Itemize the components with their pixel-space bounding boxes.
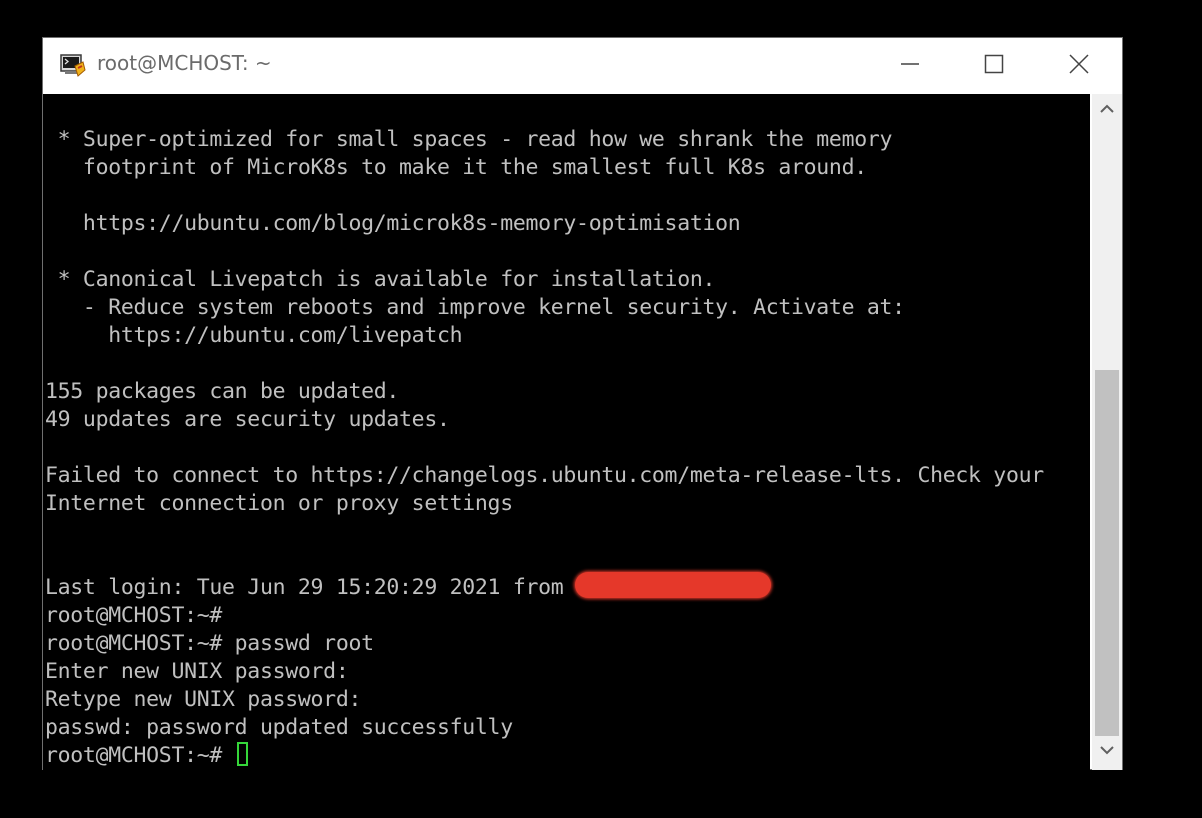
chevron-down-icon (1099, 743, 1115, 761)
scroll-down-button[interactable] (1092, 737, 1122, 767)
minimize-button[interactable] (868, 38, 952, 90)
terminal-line: footprint of MicroK8s to make it the sma… (45, 155, 867, 180)
terminal-output[interactable]: * Super-optimized for small spaces - rea… (43, 94, 1090, 770)
terminal-line: 49 updates are security updates. (45, 407, 450, 432)
close-button[interactable] (1037, 38, 1121, 90)
putty-terminal-icon[interactable] (59, 52, 87, 79)
chevron-up-icon (1099, 102, 1115, 120)
terminal-line: 155 packages can be updated. (45, 379, 400, 404)
close-icon (1069, 54, 1089, 74)
window-title: root@MCHOST: ~ (97, 51, 272, 75)
last-login-text: Last login: Tue Jun 29 15:20:29 2021 fro… (45, 575, 564, 600)
title-bar[interactable]: root@MCHOST: ~ (43, 38, 1122, 94)
terminal-line: * Super-optimized for small spaces - rea… (45, 127, 893, 152)
last-login-line: Last login: Tue Jun 29 15:20:29 2021 fro… (45, 572, 1044, 602)
terminal-line: Internet connection or proxy settings (45, 491, 513, 516)
maximize-icon (984, 54, 1004, 74)
minimize-icon (900, 54, 920, 74)
terminal-lines: * Super-optimized for small spaces - rea… (45, 126, 1044, 770)
terminal-line: Failed to connect to https://changelogs.… (45, 463, 1044, 488)
terminal-line: https://ubuntu.com/livepatch (45, 323, 463, 348)
terminal-line: - Reduce system reboots and improve kern… (45, 295, 905, 320)
terminal-window: root@MCHOST: ~ * Super-optimized for sma… (42, 37, 1123, 770)
redacted-ip-mark (575, 572, 772, 598)
prompt-text: root@MCHOST:~# (45, 743, 235, 768)
terminal-line: Enter new UNIX password: (45, 659, 349, 684)
maximize-button[interactable] (952, 38, 1036, 90)
terminal-line: * Canonical Livepatch is available for i… (45, 267, 716, 292)
terminal-line: https://ubuntu.com/blog/microk8s-memory-… (45, 211, 741, 236)
prompt-line[interactable]: root@MCHOST:~# (45, 742, 1044, 770)
scrollbar-thumb[interactable] (1095, 370, 1119, 736)
terminal-line: root@MCHOST:~# passwd root (45, 631, 374, 656)
text-cursor (236, 742, 248, 766)
terminal-line: Retype new UNIX password: (45, 687, 362, 712)
vertical-scrollbar[interactable] (1092, 94, 1122, 770)
terminal-line: root@MCHOST:~# (45, 603, 223, 628)
scroll-up-button[interactable] (1092, 96, 1122, 126)
terminal-line: passwd: password updated successfully (45, 715, 513, 740)
